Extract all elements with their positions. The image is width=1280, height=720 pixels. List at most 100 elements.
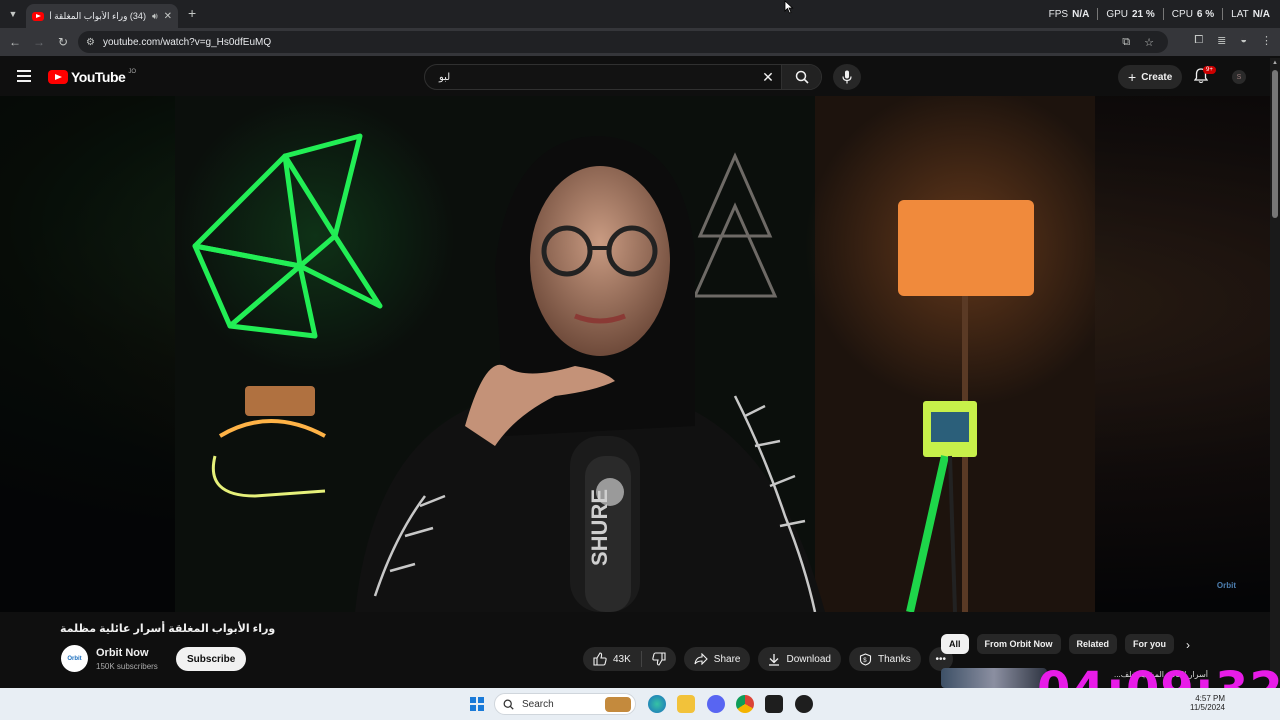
account-avatar[interactable]: S [1232,70,1246,84]
reload-icon[interactable]: ↻ [51,35,75,49]
voice-search-button[interactable] [833,64,861,90]
menu-hamburger-icon[interactable] [17,70,31,85]
thanks-button[interactable]: $ Thanks [848,647,921,671]
chevron-right-icon[interactable]: › [1186,638,1190,652]
microphone-icon [842,70,852,84]
search-icon [795,70,809,84]
search-box[interactable]: لبو ✕ [424,64,822,90]
country-code: JO [128,69,136,75]
tab-close-icon[interactable]: ✕ [164,11,172,22]
dislike-button[interactable] [642,652,676,666]
cpu-label: CPU [1171,8,1193,20]
browser-tab-bar: ▼ (34) وراء الأبواب المغلقة أسرار 🔊︎ ✕ +… [0,0,1280,28]
profile-icon[interactable]: ◒ [1240,34,1247,47]
share-label: Share [713,653,741,665]
chip-related[interactable]: Related [1068,634,1118,654]
terminal-icon[interactable] [765,695,783,713]
youtube-wordmark: YouTube [71,69,126,85]
download-button[interactable]: Download [758,647,841,671]
search-input[interactable]: لبو [425,72,755,83]
taskbar-search[interactable]: Search [494,693,636,715]
youtube-play-logo-icon [48,70,68,84]
tab-title: (34) وراء الأبواب المغلقة أسرار [50,10,146,21]
video-title: وراء الأبواب المغلقة أسرار عائلية مظلمة [60,623,276,635]
browser-tab-youtube[interactable]: (34) وراء الأبواب المغلقة أسرار 🔊︎ ✕ [26,4,178,28]
gpu-label: GPU [1106,8,1128,20]
svg-text:$: $ [863,658,867,664]
thumbs-up-icon [593,652,607,666]
download-icon [769,653,780,666]
app-icon[interactable] [795,695,813,713]
search-button[interactable] [781,65,821,89]
channel-avatar[interactable]: Orbit [61,645,88,672]
youtube-favicon-icon [32,11,44,21]
fps-value: N/A [1072,8,1090,20]
scroll-up-icon[interactable]: ▲ [1272,60,1278,66]
cpu-value: 6 % [1196,8,1215,20]
player-letterbox-left [0,96,175,612]
chip-from-channel[interactable]: From Orbit Now [976,634,1061,654]
tray-time: 4:57 PM [1195,694,1225,703]
notification-count-badge: 9+ [1203,66,1216,74]
page-scrollbar[interactable]: ▲ ▼ [1270,58,1280,688]
extensions-icon[interactable]: ⧠ [1194,34,1203,47]
super-thanks-icon: $ [859,652,872,666]
taskbar-search-placeholder: Search [522,698,554,710]
reading-list-icon[interactable]: ≣ [1217,34,1226,47]
new-tab-button[interactable]: + [188,5,196,21]
site-info-icon[interactable]: ⚙ [86,37,95,48]
search-icon [503,699,514,710]
youtube-header: YouTube JO لبو ✕ + Create 9+ S [0,58,1270,96]
back-arrow-icon[interactable]: ← [3,35,27,49]
cast-icon[interactable]: ⧉ [1122,36,1130,49]
chip-all[interactable]: All [941,634,969,654]
channel-watermark: Orbit [1216,581,1236,590]
chip-for-you[interactable]: For you [1125,634,1175,654]
file-explorer-icon[interactable] [677,695,695,713]
lat-value: N/A [1252,8,1270,20]
create-button[interactable]: + Create [1118,65,1183,89]
hud-divider [1162,8,1164,20]
download-label: Download [786,653,831,665]
fps-label: FPS [1048,8,1069,20]
system-tray-clock[interactable]: 4:57 PM 11/5/2024 [1190,694,1225,712]
share-button[interactable]: Share [683,647,751,671]
recommendation-chips: All From Orbit Now Related For you [941,634,1175,654]
discord-icon[interactable] [707,695,725,713]
subscriber-count: 150K subscribers [96,662,158,671]
youtube-logo[interactable]: YouTube JO [48,69,136,85]
tray-date: 11/5/2024 [1190,703,1225,712]
player-letterbox-right [1095,96,1270,612]
forward-arrow-icon[interactable]: → [27,35,51,49]
lat-label: LAT [1231,8,1249,20]
like-dislike-group: 43K [583,647,676,671]
subscribe-button[interactable]: Subscribe [176,647,247,671]
hud-divider [1222,8,1224,20]
more-horizontal-icon: ••• [935,653,947,665]
tab-search-chevron-icon[interactable]: ▼ [2,3,24,25]
microphone-brand-text: SHURE [587,489,612,566]
bookmark-star-icon[interactable]: ☆ [1144,36,1154,49]
create-label: Create [1141,71,1173,83]
clear-search-icon[interactable]: ✕ [755,69,781,86]
windows-taskbar: Search 4:57 PM 11/5/2024 [0,688,1280,720]
address-bar[interactable]: ⚙ youtube.com/watch?v=g_Hs0dfEuMQ ⧉ ☆ [78,31,1168,53]
windows-start-icon[interactable] [470,697,484,711]
edge-browser-icon[interactable] [648,695,666,713]
recommended-video-thumbnail[interactable] [941,668,1047,688]
video-player[interactable]: SHURE Orbit [0,96,1270,612]
video-actions: 43K Share Download $ Thanks ••• [583,647,953,671]
browser-menu-icon[interactable]: ⋮ [1261,34,1272,47]
url-text[interactable]: youtube.com/watch?v=g_Hs0dfEuMQ [103,37,271,48]
speaker-icon[interactable]: 🔊︎ [152,11,158,22]
video-frame: SHURE [175,96,1095,612]
scrollbar-thumb[interactable] [1272,70,1278,218]
chrome-icon[interactable] [736,695,754,713]
share-arrow-icon [694,653,708,665]
thumbs-down-icon [652,652,666,666]
like-button[interactable]: 43K [583,651,642,667]
channel-name[interactable]: Orbit Now [96,647,149,659]
hud-divider [1097,8,1099,20]
thanks-label: Thanks [877,653,911,665]
search-highlight-image [605,697,631,712]
